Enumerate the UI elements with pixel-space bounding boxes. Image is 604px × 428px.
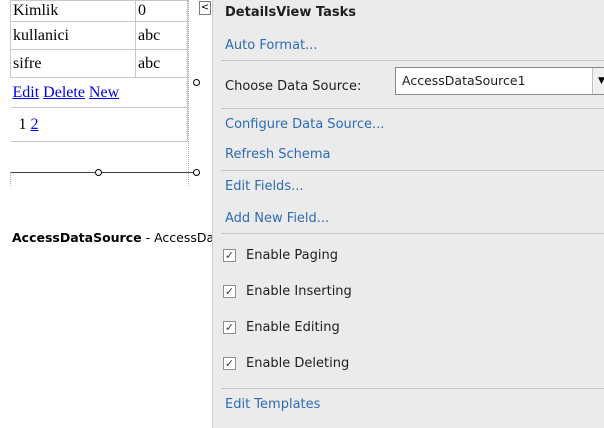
field-value: abc xyxy=(135,49,188,78)
edit-fields-link[interactable]: Edit Fields... xyxy=(225,179,303,194)
resize-handle[interactable] xyxy=(193,169,200,176)
field-value: abc xyxy=(135,21,188,50)
pager-current-page: 1 xyxy=(18,115,27,133)
option-enable-paging[interactable]: ✓ Enable Paging xyxy=(223,246,338,264)
edit-templates-link[interactable]: Edit Templates xyxy=(225,397,320,412)
selection-border-bottom xyxy=(10,172,197,173)
field-name: kullanici xyxy=(10,21,136,50)
pager-page-link[interactable]: 2 xyxy=(31,116,39,133)
field-name: sifre xyxy=(10,49,136,78)
control-id-label: - AccessDataSource1 xyxy=(145,230,212,245)
divider xyxy=(221,388,604,389)
panel-title: DetailsView Tasks xyxy=(225,5,356,20)
selection-border-left xyxy=(10,172,11,186)
smart-tag-button[interactable]: < xyxy=(199,1,211,15)
divider xyxy=(221,233,604,234)
field-name: Kimlik xyxy=(10,0,136,22)
selection-border-right xyxy=(188,0,189,186)
check-icon[interactable]: ✓ xyxy=(223,356,236,370)
auto-format-link[interactable]: Auto Format... xyxy=(225,38,318,53)
data-source-value: AccessDataSource1 xyxy=(402,73,526,88)
check-icon[interactable]: ✓ xyxy=(223,248,236,262)
check-icon[interactable]: ✓ xyxy=(223,320,236,334)
command-row: Edit Delete New xyxy=(10,77,188,108)
check-icon[interactable]: ✓ xyxy=(223,284,236,298)
option-label: Enable Deleting xyxy=(246,355,350,371)
chevron-down-icon[interactable]: ▼ xyxy=(592,68,604,94)
new-link[interactable]: New xyxy=(89,84,119,101)
field-value: 0 xyxy=(135,0,188,22)
data-source-select[interactable]: AccessDataSource1 ▼ xyxy=(395,67,604,95)
divider xyxy=(221,170,604,171)
tasks-panel: DetailsView Tasks Auto Format... Choose … xyxy=(212,0,604,428)
pager-row: 1 2 xyxy=(10,107,188,142)
control-type-label: AccessDataSource xyxy=(12,230,142,245)
add-new-field-link[interactable]: Add New Field... xyxy=(225,211,329,226)
refresh-schema-link[interactable]: Refresh Schema xyxy=(225,147,331,162)
divider xyxy=(221,60,604,61)
access-data-source-control[interactable]: AccessDataSource - AccessDataSource1 xyxy=(12,230,212,245)
configure-data-source-link[interactable]: Configure Data Source... xyxy=(225,117,384,132)
details-row: kullanici abc xyxy=(10,21,188,50)
option-enable-deleting[interactable]: ✓ Enable Deleting xyxy=(223,354,349,372)
delete-link[interactable]: Delete xyxy=(43,84,85,101)
details-view: Kimlik 0 kullanici abc sifre abc Edit De… xyxy=(10,0,188,142)
pager-cell: 1 2 xyxy=(10,107,188,142)
details-row: Kimlik 0 xyxy=(10,0,188,22)
details-row: sifre abc xyxy=(10,49,188,78)
option-label: Enable Inserting xyxy=(246,283,352,299)
command-cell: Edit Delete New xyxy=(10,77,188,108)
choose-data-source-label: Choose Data Source: xyxy=(225,79,362,94)
option-enable-editing[interactable]: ✓ Enable Editing xyxy=(223,318,340,336)
resize-handle[interactable] xyxy=(193,79,200,86)
option-label: Enable Editing xyxy=(246,319,340,335)
chevron-left-icon: < xyxy=(200,2,210,13)
option-label: Enable Paging xyxy=(246,247,338,263)
divider xyxy=(221,108,604,109)
option-enable-inserting[interactable]: ✓ Enable Inserting xyxy=(223,282,352,300)
edit-link[interactable]: Edit xyxy=(13,84,40,101)
resize-handle[interactable] xyxy=(95,169,102,176)
